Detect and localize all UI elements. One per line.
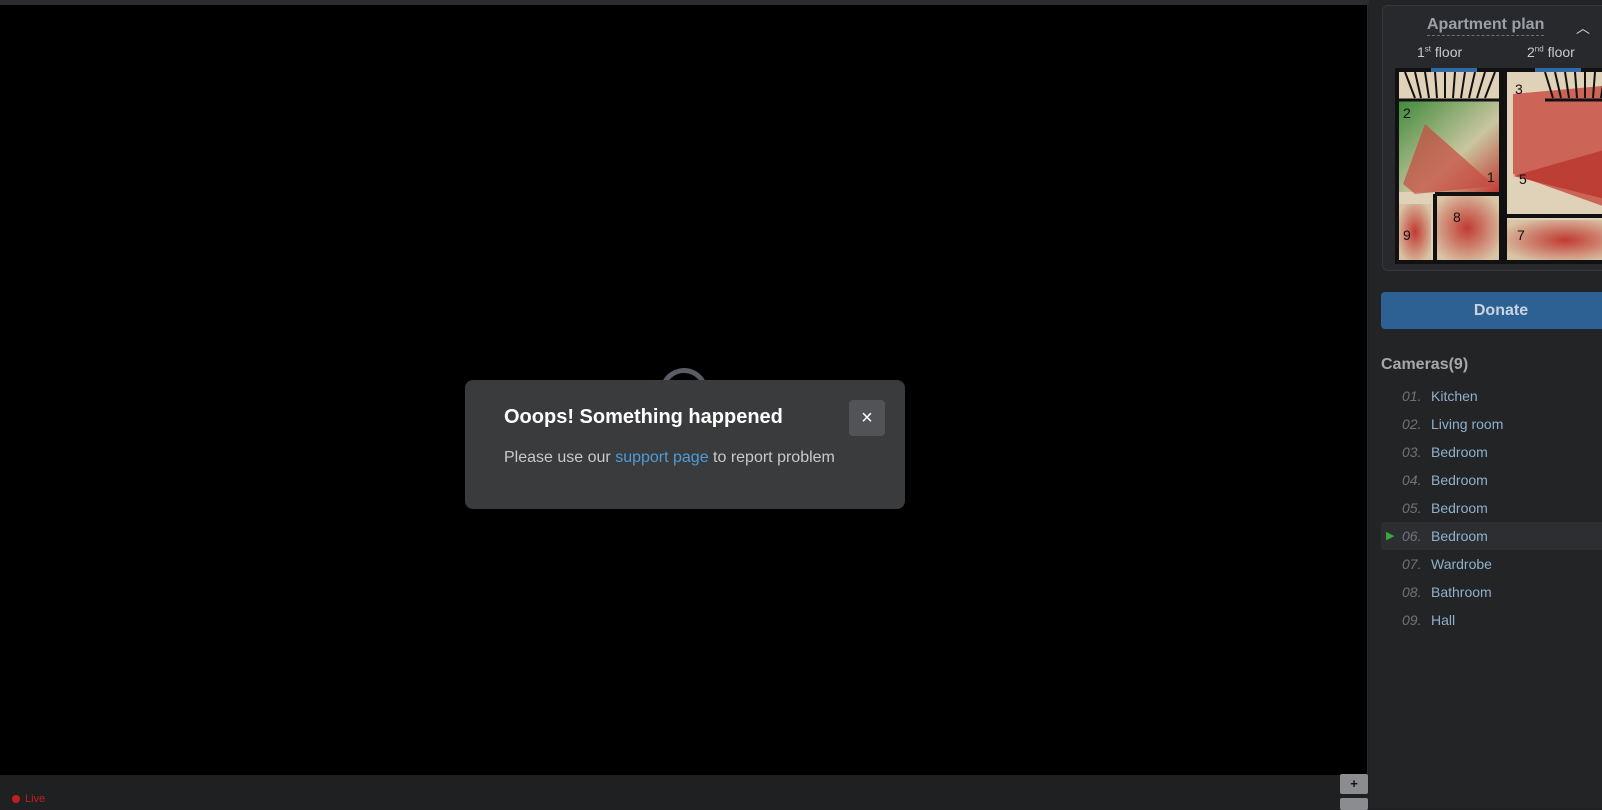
error-dialog: Ooops! Something happened × Please use o… — [465, 380, 905, 509]
camera-name: Bathroom — [1431, 584, 1492, 600]
camera-number: 02. — [1402, 416, 1422, 432]
zoom-out-button[interactable] — [1340, 798, 1368, 810]
camera-item-bedroom-06[interactable]: ▶ 06. Bedroom — [1381, 522, 1602, 550]
apartment-plan-panel: Apartment plan ︿ 1st floor 2nd floor 1 2… — [1382, 5, 1602, 271]
play-icon: ▶ — [1386, 530, 1395, 542]
camera-item-hall[interactable]: 09. Hall — [1381, 606, 1602, 634]
camera-number: 04. — [1402, 472, 1422, 488]
zoom-in-button[interactable]: + — [1340, 774, 1368, 794]
camera-marker-7[interactable]: 7 — [1517, 227, 1525, 243]
camera-name: Bedroom — [1431, 472, 1488, 488]
message-prefix: Please use our — [504, 449, 616, 466]
camera-item-bedroom-03[interactable]: 03. Bedroom — [1381, 438, 1602, 466]
live-label: Live — [25, 793, 46, 805]
camera-number: 03. — [1402, 444, 1422, 460]
camera-name: Bedroom — [1431, 444, 1488, 460]
sidebar: Apartment plan ︿ 1st floor 2nd floor 1 2… — [1369, 0, 1602, 808]
camera-name: Bedroom — [1431, 528, 1488, 544]
camera-number: 06. — [1402, 528, 1422, 544]
camera-number: 01. — [1402, 388, 1422, 404]
camera-marker-2[interactable]: 2 — [1403, 105, 1411, 121]
live-indicator[interactable]: Live — [12, 793, 45, 805]
support-page-link[interactable]: support page — [615, 449, 708, 466]
camera-number: 09. — [1402, 612, 1422, 628]
camera-name: Hall — [1431, 612, 1456, 628]
video-control-bar — [0, 775, 1368, 808]
floor-1-label: 1st floor — [1417, 44, 1463, 60]
camera-name: Kitchen — [1431, 388, 1478, 404]
camera-item-bedroom-04[interactable]: 04. Bedroom — [1381, 466, 1602, 494]
dialog-message: Please use our support page to report pr… — [504, 449, 835, 467]
floor-2-label: 2nd floor — [1527, 44, 1575, 60]
donate-button[interactable]: Donate — [1381, 292, 1602, 329]
camera-item-living-room[interactable]: 02. Living room — [1381, 410, 1602, 438]
message-suffix: to report problem — [708, 449, 835, 466]
cameras-heading: Cameras(9) — [1381, 356, 1469, 373]
camera-marker-8[interactable]: 8 — [1453, 209, 1461, 225]
camera-name: Wardrobe — [1431, 556, 1492, 572]
camera-name: Living room — [1431, 416, 1504, 432]
camera-marker-9[interactable]: 9 — [1403, 227, 1411, 243]
live-dot-icon — [12, 795, 20, 803]
close-button[interactable]: × — [849, 400, 885, 436]
camera-marker-5[interactable]: 5 — [1519, 171, 1527, 187]
camera-item-wardrobe[interactable]: 07. Wardrobe — [1381, 550, 1602, 578]
camera-name: Bedroom — [1431, 500, 1488, 516]
camera-item-kitchen[interactable]: 01. Kitchen — [1381, 382, 1602, 410]
camera-item-bathroom[interactable]: 08. Bathroom — [1381, 578, 1602, 606]
chevron-up-icon[interactable]: ︿ — [1576, 18, 1590, 38]
apartment-plan-toggle[interactable]: Apartment plan — [1427, 16, 1545, 36]
camera-number: 07. — [1402, 556, 1422, 572]
camera-list: 01. Kitchen 02. Living room 03. Bedroom … — [1381, 382, 1602, 634]
camera-number: 05. — [1402, 500, 1422, 516]
camera-marker-1[interactable]: 1 — [1487, 169, 1495, 185]
dialog-title: Ooops! Something happened — [504, 406, 783, 428]
camera-item-bedroom-05[interactable]: 05. Bedroom — [1381, 494, 1602, 522]
camera-number: 08. — [1402, 584, 1422, 600]
camera-marker-3[interactable]: 3 — [1515, 81, 1523, 97]
floor-plan-map[interactable]: 1 2 3 4 5 6 7 8 9 — [1395, 64, 1602, 264]
